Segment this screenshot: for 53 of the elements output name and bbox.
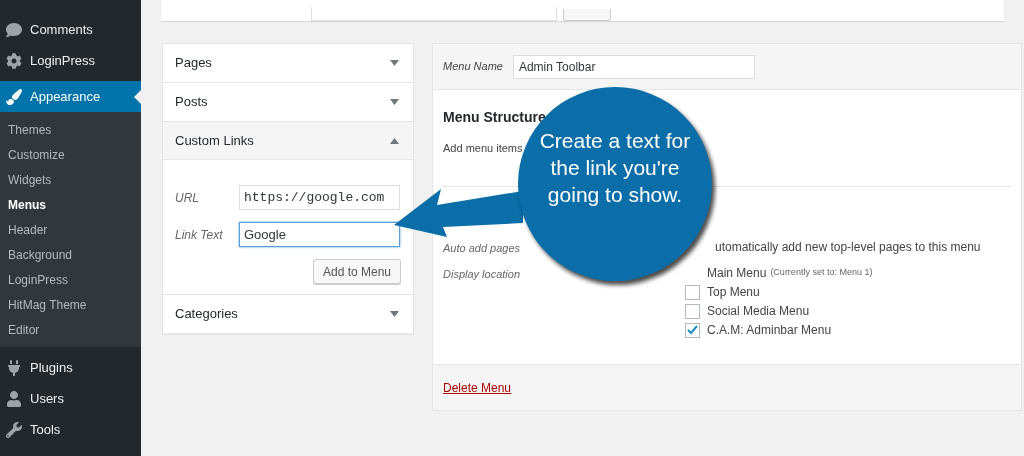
submenu-item[interactable]: Customize (0, 142, 141, 167)
wrench-icon (6, 421, 22, 438)
setting-label: Auto add pages (443, 242, 521, 254)
caret-down-icon (390, 60, 399, 66)
speech-bubble-icon (6, 21, 22, 38)
active-pointer-icon (134, 90, 141, 104)
accordion-header[interactable]: Pages (163, 44, 413, 82)
sidebar-item[interactable]: Appearance (0, 81, 141, 112)
sidebar-item[interactable]: Tools (0, 414, 141, 445)
plug-icon (6, 359, 22, 376)
user-icon (6, 390, 22, 407)
submenu-item[interactable]: HitMag Theme (0, 292, 141, 317)
delete-menu-link[interactable]: Delete Menu (443, 378, 512, 397)
checkbox-label: C.A.M: Adminbar Menu (707, 322, 832, 339)
submenu-item[interactable]: Themes (0, 117, 141, 142)
submenu-item[interactable]: LoginPress (0, 267, 141, 292)
section-title: Menu Structure (443, 108, 547, 127)
caret-down-icon (390, 311, 399, 317)
callout-text: Create a text for the link you're going to show. (538, 128, 692, 208)
paintbrush-icon (6, 88, 22, 105)
menu-name-field[interactable]: Admin Toolbar (512, 54, 755, 79)
caret-up-icon (390, 137, 399, 144)
hint-text: Add menu items (443, 141, 523, 156)
checkbox[interactable] (685, 322, 700, 338)
sidebar-item[interactable]: Plugins (0, 352, 141, 383)
input-field[interactable]: Google (239, 222, 400, 247)
checkbox-label: Top Menu (707, 284, 760, 301)
checkbox[interactable] (685, 284, 700, 300)
setting-label: Display location (443, 267, 522, 282)
checkbox-label: Social Media Menu (707, 303, 810, 320)
caret-down-icon (390, 99, 399, 105)
submenu-item[interactable]: Editor (0, 317, 141, 342)
submenu-item[interactable]: Background (0, 242, 141, 267)
menu-name-label: Menu Name (443, 59, 503, 75)
checkmark-icon (687, 325, 698, 335)
gear-icon (6, 52, 22, 69)
checkbox-label: Main Menu (707, 265, 767, 282)
submenu-item[interactable]: Menus (0, 192, 141, 217)
input-field[interactable]: https://google.com (239, 185, 400, 210)
sidebar-item[interactable]: Comments (0, 14, 141, 45)
accordion-header[interactable]: Posts (163, 83, 413, 121)
add-to-menu-button[interactable]: Add to Menu (312, 259, 401, 284)
accordion-header[interactable]: Custom Links (163, 122, 413, 160)
location-note: (Currently set to: Menu 1) (770, 266, 873, 280)
sidebar-item[interactable]: Users (0, 383, 141, 414)
field-label: URL (175, 189, 200, 207)
submenu-item[interactable]: Widgets (0, 167, 141, 192)
accordion-header[interactable]: Categories (163, 295, 413, 333)
field-label: Link Text (175, 226, 224, 244)
checkbox[interactable] (685, 303, 700, 319)
sidebar-item[interactable]: LoginPress (0, 45, 141, 76)
submenu-item[interactable]: Header (0, 217, 141, 242)
setting-text: utomatically add new top-level pages to this menu (715, 239, 981, 256)
